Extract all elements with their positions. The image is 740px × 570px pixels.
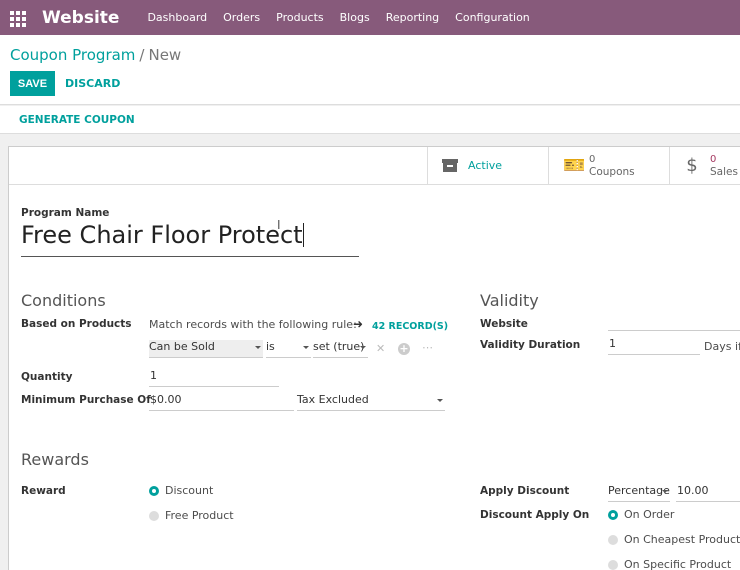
apply-on-cheapest-radio[interactable] <box>608 535 618 545</box>
discount-type-select[interactable]: Percentage <box>608 484 670 502</box>
reward-discount-radio[interactable] <box>149 486 159 496</box>
tax-option-value: Tax Excluded <box>297 393 369 406</box>
caret-down-icon <box>255 346 261 349</box>
discount-type-value: Percentage <box>608 484 670 497</box>
apps-menu-icon[interactable] <box>10 10 26 27</box>
menu-blogs[interactable]: Blogs <box>340 11 370 24</box>
control-panel: Coupon Program / New SAVE DISCARD <box>0 35 740 105</box>
apply-on-specific-label[interactable]: On Specific Product <box>624 558 731 570</box>
validity-duration-input[interactable]: 1 <box>608 337 700 355</box>
rule-value-value: set (true) <box>313 340 365 353</box>
ticket-icon: 🎫 <box>563 155 586 176</box>
caret-down-icon <box>437 399 443 402</box>
website-label: Website <box>480 318 528 330</box>
apply-on-order-radio[interactable] <box>608 510 618 520</box>
apply-on-order-label[interactable]: On Order <box>624 508 674 521</box>
caret-down-icon <box>303 346 309 349</box>
active-toggle-button[interactable]: Active <box>427 147 549 184</box>
reward-discount-label[interactable]: Discount <box>165 484 213 497</box>
status-bar: GENERATE COUPON <box>0 106 740 134</box>
breadcrumb-current: New <box>148 46 182 64</box>
coupons-stat-button[interactable]: 🎫 0 Coupons <box>548 147 670 184</box>
reward-free-product-label[interactable]: Free Product <box>165 509 234 522</box>
rule-field-value: Can be Sold <box>149 340 215 353</box>
archive-icon <box>442 159 458 172</box>
menu-products[interactable]: Products <box>276 11 324 24</box>
conditions-title: Conditions <box>21 291 106 310</box>
smart-button-box: Active 🎫 0 Coupons $ 0 Sales <box>9 147 740 185</box>
reward-label: Reward <box>21 485 66 497</box>
quantity-input[interactable]: 1 <box>149 369 279 387</box>
breadcrumb-parent[interactable]: Coupon Program <box>10 46 135 64</box>
discount-percentage-input[interactable]: 10.00 <box>676 484 740 502</box>
caret-down-icon <box>360 346 366 349</box>
apply-discount-label: Apply Discount <box>480 485 570 497</box>
rule-value-select[interactable]: set (true) <box>313 340 368 358</box>
rule-field-select[interactable]: Can be Sold <box>149 340 263 358</box>
delete-rule-icon[interactable]: ✕ <box>376 342 385 355</box>
validity-duration-unit: Days if <box>704 340 740 353</box>
quantity-label: Quantity <box>21 371 73 383</box>
menu-configuration[interactable]: Configuration <box>455 11 530 24</box>
tax-option-select[interactable]: Tax Excluded <box>297 393 445 411</box>
app-brand[interactable]: Website <box>42 8 119 28</box>
sales-stat-button[interactable]: $ 0 Sales <box>669 147 740 184</box>
more-options-icon[interactable]: ⋯ <box>422 341 433 354</box>
minimum-purchase-input[interactable]: $0.00 <box>149 393 294 411</box>
menu-orders[interactable]: Orders <box>223 11 260 24</box>
discount-apply-on-label: Discount Apply On <box>480 509 590 521</box>
breadcrumb: Coupon Program / New <box>10 46 181 64</box>
program-name-value: Free Chair Floor Protect <box>21 221 303 249</box>
generate-coupon-button[interactable]: GENERATE COUPON <box>19 114 135 126</box>
program-name-input[interactable]: Free Chair Floor Protect <box>21 221 359 257</box>
breadcrumb-separator: / <box>139 46 145 64</box>
menu-reporting[interactable]: Reporting <box>386 11 439 24</box>
validity-title: Validity <box>480 291 539 310</box>
sales-count: 0 <box>710 153 717 165</box>
form-sheet: Active 🎫 0 Coupons $ 0 Sales Program Nam… <box>8 146 740 570</box>
based-on-products-label: Based on Products <box>21 318 132 330</box>
arrow-right-icon: ➜ <box>353 317 364 331</box>
menu-dashboard[interactable]: Dashboard <box>147 11 207 24</box>
active-label: Active <box>468 159 503 172</box>
validity-duration-label: Validity Duration <box>480 339 581 351</box>
program-name-label: Program Name <box>21 207 110 219</box>
records-link[interactable]: 42 RECORD(S) <box>372 321 448 332</box>
top-navbar: Website Dashboard Orders Products Blogs … <box>0 0 740 35</box>
save-button[interactable]: SAVE <box>10 71 55 96</box>
reward-free-product-radio[interactable] <box>149 511 159 521</box>
caret-down-icon <box>662 490 668 493</box>
website-select[interactable] <box>608 313 740 331</box>
text-cursor <box>302 223 304 247</box>
discard-button[interactable]: DISCARD <box>65 77 120 90</box>
apply-on-cheapest-label[interactable]: On Cheapest Product <box>624 533 740 546</box>
coupons-count: 0 <box>589 153 596 165</box>
dollar-icon: $ <box>686 155 698 176</box>
sales-label: Sales <box>710 165 738 178</box>
apply-on-specific-radio[interactable] <box>608 560 618 570</box>
add-rule-icon[interactable]: + <box>398 343 410 355</box>
rewards-title: Rewards <box>21 450 89 469</box>
minimum-purchase-label: Minimum Purchase Of <box>21 394 151 406</box>
coupons-label: Coupons <box>589 165 635 178</box>
rule-operator-value: is <box>266 340 275 353</box>
ibeam-cursor-icon: I <box>277 218 281 232</box>
match-rule-text: Match records with the following rule: <box>149 318 357 331</box>
rule-operator-select[interactable]: is <box>266 340 311 358</box>
